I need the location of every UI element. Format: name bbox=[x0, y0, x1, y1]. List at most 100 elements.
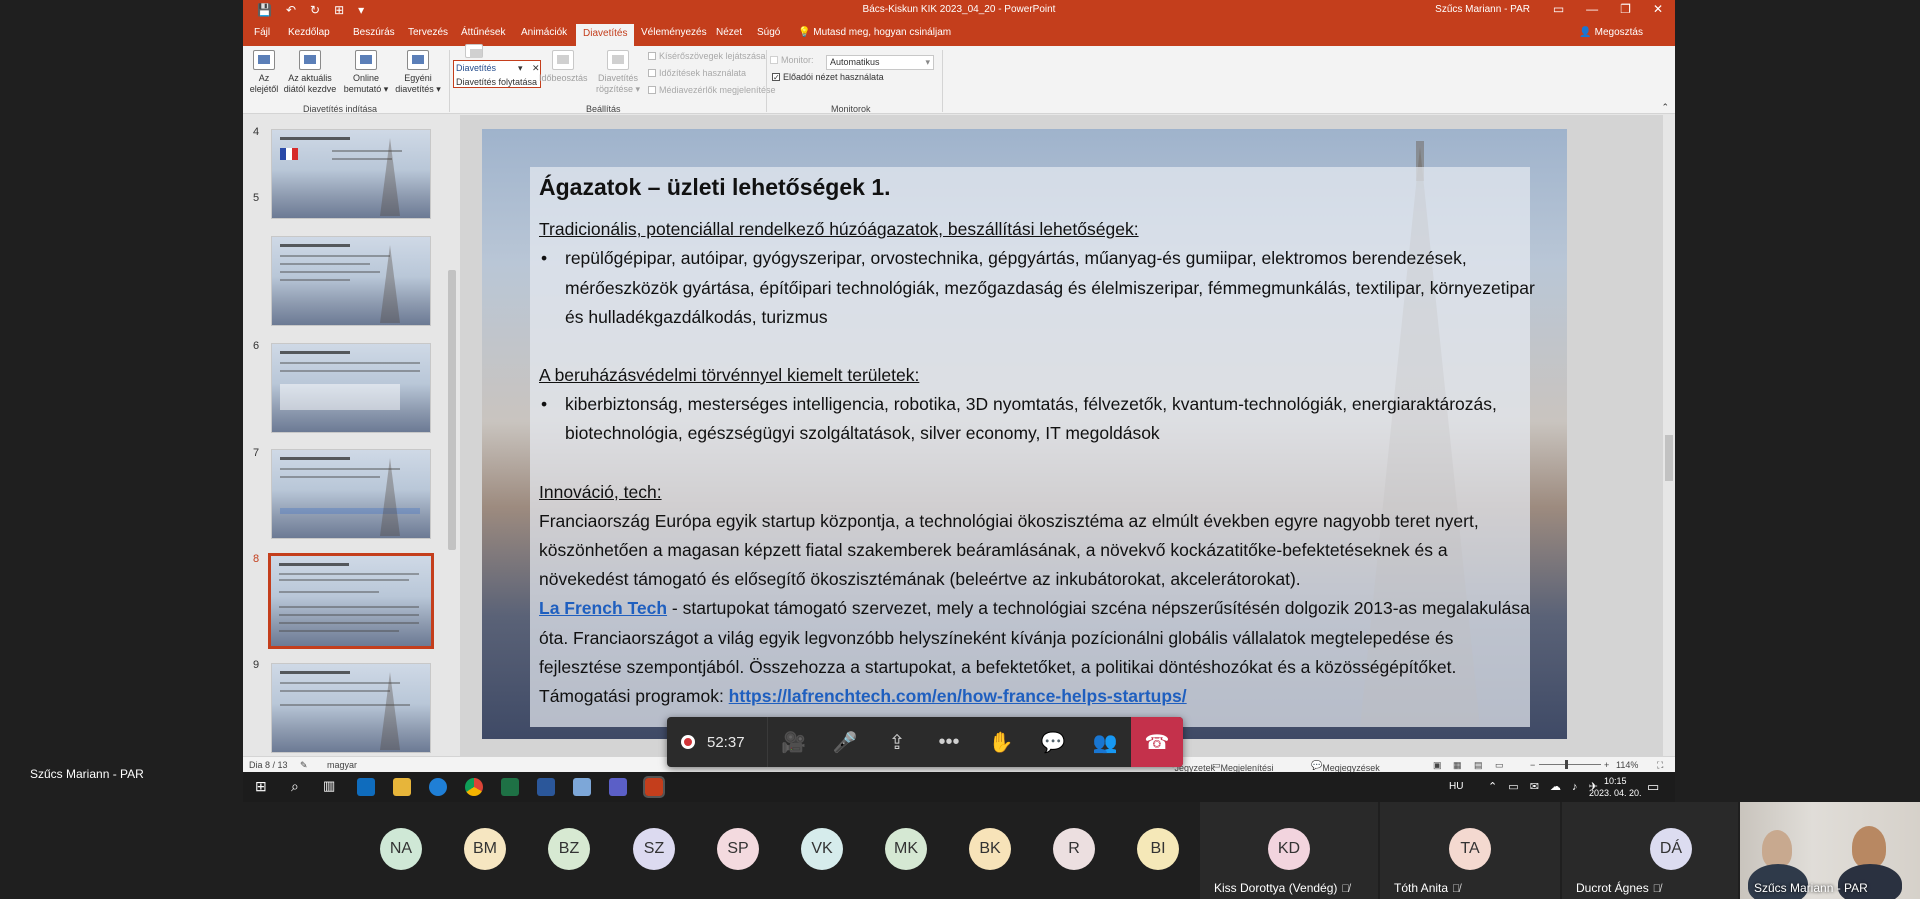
slide-thumbnail-6[interactable] bbox=[271, 343, 431, 433]
display-settings-button[interactable]: ▭ Megjelenítési beállítások bbox=[1212, 760, 1274, 772]
collapse-ribbon-icon[interactable]: ⌃ bbox=[1661, 102, 1669, 113]
tab-insert[interactable]: Beszúrás bbox=[353, 27, 395, 38]
slide-thumbnail-8[interactable] bbox=[268, 553, 434, 649]
slide-thumbnail-9[interactable] bbox=[271, 663, 431, 753]
record-slideshow-button[interactable]: Diavetítés rögzítése ▾ bbox=[591, 50, 645, 95]
search-icon[interactable]: ⌕ bbox=[291, 778, 309, 796]
task-view-icon[interactable]: ▥ bbox=[323, 778, 341, 796]
scrollbar-thumb[interactable] bbox=[448, 270, 456, 550]
play-narrations-checkbox[interactable]: Kísérőszövegek lejátszása bbox=[648, 51, 766, 61]
excel-icon[interactable] bbox=[501, 778, 519, 796]
section-heading-investment: A beruházásvédelmi törvénnyel kiemelt te… bbox=[539, 365, 920, 386]
windows-start-icon[interactable]: ⊞ bbox=[255, 778, 273, 796]
input-language[interactable]: HU bbox=[1449, 781, 1463, 792]
rehearse-timings-button[interactable]: Időbeosztás bbox=[539, 50, 588, 84]
normal-view-icon[interactable]: ▣ bbox=[1433, 760, 1442, 771]
from-current-slide-button[interactable]: Az aktuális diától kezdve bbox=[281, 50, 339, 95]
participant-avatar[interactable]: SP bbox=[717, 828, 759, 870]
participant-avatar[interactable]: BI bbox=[1137, 828, 1179, 870]
mic-off-button[interactable]: 🎤 bbox=[819, 717, 871, 767]
powerpoint-icon[interactable] bbox=[643, 776, 665, 798]
slide-scrollbar[interactable] bbox=[1663, 115, 1675, 756]
tell-me-search[interactable]: 💡 Mutasd meg, hogyan csináljam bbox=[798, 27, 951, 38]
show-media-controls-checkbox[interactable]: Médiavezérlők megjelenítése bbox=[648, 85, 776, 95]
zoom-out-icon[interactable]: − bbox=[1530, 760, 1535, 770]
participant-tile-ducrot-agnes[interactable]: DÁ Ducrot Ágnes 🎙̸ bbox=[1562, 802, 1738, 899]
participant-avatar[interactable]: SZ bbox=[633, 828, 675, 870]
tab-file[interactable]: Fájl bbox=[254, 27, 270, 38]
hang-up-button[interactable]: ☎ bbox=[1131, 717, 1183, 767]
scrollbar-thumb[interactable] bbox=[1665, 435, 1673, 481]
chat-button[interactable]: 💬 bbox=[1027, 717, 1079, 767]
word-icon[interactable] bbox=[537, 778, 555, 796]
participants-button[interactable]: 👥 bbox=[1079, 717, 1131, 767]
tab-help[interactable]: Súgó bbox=[757, 27, 780, 38]
participant-avatar[interactable]: VK bbox=[801, 828, 843, 870]
slideshow-dropdown[interactable]: Diavetítés ▾ ✕ Diavetítés folytatása bbox=[453, 60, 541, 88]
accessibility-icon[interactable]: ✎ bbox=[300, 760, 308, 771]
comments-button[interactable]: 💬 Megjegyzések bbox=[1311, 760, 1380, 772]
monitor-select[interactable]: Automatikus ▾ bbox=[826, 55, 934, 70]
presenter-view-checkbox[interactable]: Előadói nézet használata bbox=[772, 72, 884, 82]
notepad-icon[interactable] bbox=[573, 778, 591, 796]
tab-animations[interactable]: Animációk bbox=[521, 27, 567, 38]
slide-sorter-icon[interactable]: ▦ bbox=[1453, 760, 1462, 771]
slide-thumbnail-4[interactable] bbox=[271, 129, 431, 219]
chrome-icon[interactable] bbox=[465, 778, 483, 796]
edge-icon[interactable] bbox=[429, 778, 447, 796]
participant-avatar[interactable]: MK bbox=[885, 828, 927, 870]
file-explorer-icon[interactable] bbox=[393, 778, 411, 796]
system-tray-icons[interactable]: ⌃ ▭ ✉ ☁ ♪ ✈ bbox=[1488, 780, 1602, 793]
zoom-in-icon[interactable]: + bbox=[1604, 760, 1609, 770]
more-options-button[interactable]: ••• bbox=[923, 717, 975, 767]
zoom-slider-handle[interactable] bbox=[1565, 760, 1568, 769]
zoom-level[interactable]: 114% bbox=[1616, 760, 1638, 770]
share-button[interactable]: 👤 Megosztás bbox=[1579, 27, 1643, 38]
outlook-icon[interactable] bbox=[357, 778, 375, 796]
raise-hand-icon: ✋ bbox=[988, 731, 1014, 754]
tab-design[interactable]: Tervezés bbox=[408, 27, 448, 38]
camera-off-button[interactable]: 🎥 bbox=[767, 717, 819, 767]
tab-review[interactable]: Véleményezés bbox=[641, 27, 707, 38]
slide-canvas[interactable]: Ágazatok – üzleti lehetőségek 1. Tradici… bbox=[482, 129, 1567, 739]
thumbnail-scrollbar[interactable] bbox=[446, 120, 458, 752]
notification-icon[interactable]: ▭ bbox=[1647, 779, 1659, 795]
slideshow-view-icon[interactable]: ▭ bbox=[1495, 760, 1504, 771]
custom-slideshow-button[interactable]: Egyéni diavetítés ▾ bbox=[389, 50, 447, 95]
system-clock[interactable]: 10:15 2023. 04. 20. bbox=[1589, 775, 1642, 799]
present-online-button[interactable]: Online bemutató ▾ bbox=[341, 50, 391, 95]
ribbon-display-icon[interactable]: ▭ bbox=[1553, 2, 1564, 16]
minimize-icon[interactable]: — bbox=[1586, 2, 1598, 16]
teams-icon[interactable] bbox=[609, 778, 627, 796]
participant-avatar[interactable]: BK bbox=[969, 828, 1011, 870]
participant-tile-toth-anita[interactable]: TA Tóth Anita 🎙̸ bbox=[1380, 802, 1560, 899]
from-beginning-button[interactable]: Az elejétől bbox=[247, 50, 281, 95]
zoom-slider[interactable] bbox=[1539, 764, 1601, 765]
participant-avatar[interactable]: BM bbox=[464, 828, 506, 870]
close-icon[interactable]: ✕ bbox=[1653, 2, 1663, 16]
participant-avatar[interactable]: BZ bbox=[548, 828, 590, 870]
support-programs-link[interactable]: https://lafrenchtech.com/en/how-france-h… bbox=[729, 686, 1187, 706]
french-tech-link[interactable]: La French Tech bbox=[539, 598, 667, 618]
fit-slide-icon[interactable]: ⛶ bbox=[1657, 760, 1663, 771]
participant-avatar[interactable]: NA bbox=[380, 828, 422, 870]
tab-slideshow[interactable]: Diavetítés bbox=[576, 24, 635, 46]
raise-hand-button[interactable]: ✋ bbox=[975, 717, 1027, 767]
tab-home[interactable]: Kezdőlap bbox=[288, 27, 330, 38]
tab-transitions[interactable]: Áttűnések bbox=[461, 27, 505, 38]
tab-view[interactable]: Nézet bbox=[716, 27, 742, 38]
use-timings-checkbox[interactable]: Időzítések használata bbox=[648, 68, 746, 78]
slideshow-dropdown-option[interactable]: Diavetítés folytatása bbox=[456, 77, 537, 87]
self-video-tile[interactable]: Szűcs Mariann - PAR bbox=[1740, 802, 1920, 899]
dropdown-arrow-icon[interactable]: ▾ bbox=[518, 63, 523, 74]
slide-thumbnail-7[interactable] bbox=[271, 449, 431, 539]
signed-in-user[interactable]: Szűcs Mariann - PAR bbox=[1435, 4, 1530, 15]
language-indicator[interactable]: magyar bbox=[327, 760, 357, 770]
participant-avatar[interactable]: R bbox=[1053, 828, 1095, 870]
slide-text-box[interactable]: Ágazatok – üzleti lehetőségek 1. Tradici… bbox=[539, 173, 1539, 711]
restore-icon[interactable]: ❐ bbox=[1620, 2, 1631, 16]
reading-view-icon[interactable]: ▤ bbox=[1474, 760, 1483, 771]
participant-tile-kiss-dorottya[interactable]: KD Kiss Dorottya (Vendég) 🎙̸ bbox=[1200, 802, 1378, 899]
slide-thumbnail-5[interactable] bbox=[271, 236, 431, 326]
share-screen-button[interactable]: ⇪ bbox=[871, 717, 923, 767]
